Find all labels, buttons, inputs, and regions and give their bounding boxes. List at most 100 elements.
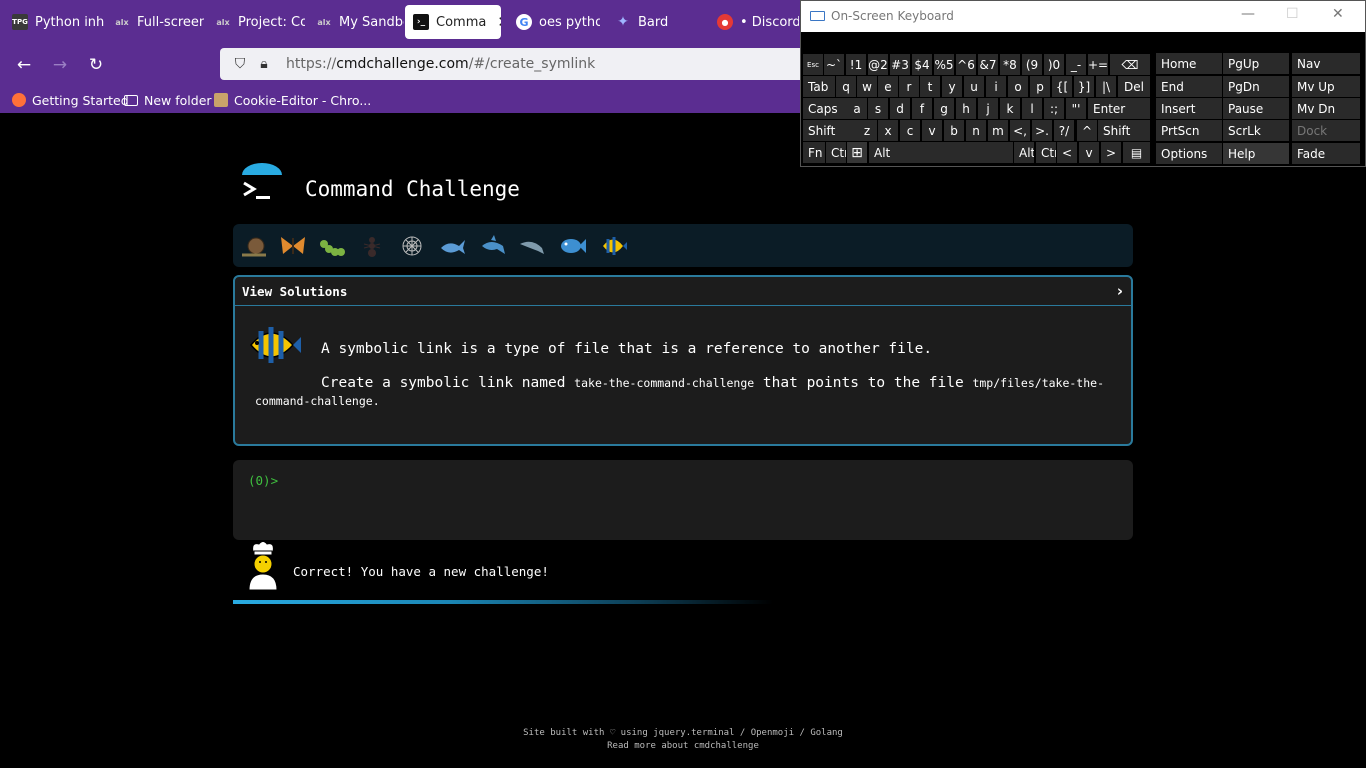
bookmark-getting-started[interactable]: Getting Started [12,90,129,110]
key-pgup[interactable]: PgUp [1223,53,1289,74]
key-b[interactable]: b [944,120,964,141]
close-tab-icon[interactable]: ✕ [497,13,501,31]
key-open-bracket[interactable]: {[ [1052,76,1072,97]
key-k[interactable]: k [1000,98,1020,119]
address-bar[interactable]: ⛉ 🔒︎ https://cmdchallenge.com/#/create_s… [220,48,820,80]
key-1[interactable]: !1 [846,54,866,75]
key-alt-right[interactable]: Alt [1014,142,1034,163]
key-6[interactable]: ^6 [956,54,976,75]
key-backslash[interactable]: |\ [1096,76,1116,97]
snail-icon[interactable] [239,232,269,260]
reload-icon[interactable]: ↻ [84,53,108,77]
key-w[interactable]: w [857,76,877,97]
key-c[interactable]: c [900,120,920,141]
key-mv-up[interactable]: Mv Up [1292,76,1360,97]
key-equals[interactable]: += [1088,54,1108,75]
view-solutions-toggle[interactable]: View Solutions › [235,277,1131,306]
tab-project[interactable]: alx Project: Co [207,5,305,39]
key-help[interactable]: Help [1223,143,1289,164]
key-mv-dn[interactable]: Mv Dn [1292,98,1360,119]
menu-key-icon[interactable]: ▤ [1123,142,1150,163]
key-x[interactable]: x [878,120,898,141]
key-4[interactable]: $4 [912,54,932,75]
key-fade[interactable]: Fade [1292,143,1360,164]
tab-bard[interactable]: ✦ Bard [607,5,703,39]
tab-full-screen[interactable]: alx Full-screen [106,5,204,39]
shield-icon[interactable]: ⛉ [230,56,250,72]
key-p[interactable]: p [1030,76,1050,97]
key-insert[interactable]: Insert [1156,98,1222,119]
key-up-arrow-icon[interactable]: ^ [1077,120,1097,141]
key-s[interactable]: s [868,98,888,119]
key-r[interactable]: r [899,76,919,97]
key-a[interactable]: a [847,98,867,119]
tropical-fish-icon[interactable] [598,232,628,260]
osk-title-bar[interactable]: On-Screen Keyboard — ☐ ✕ [801,1,1365,32]
key-del[interactable]: Del [1118,76,1150,97]
key-y[interactable]: y [942,76,962,97]
terminal-input[interactable]: (0)> [233,460,1133,540]
shark-icon[interactable] [478,232,508,260]
url-text[interactable]: https://cmdchallenge.com/#/create_symlin… [286,56,595,72]
key-shift-left[interactable]: Shift [803,120,857,141]
tab-python-inheritance[interactable]: TPG Python inh [4,5,104,39]
lock-icon[interactable]: 🔒︎ [254,56,274,72]
key-esc[interactable]: Esc [803,54,823,75]
fish-icon[interactable] [558,232,588,260]
key-ctrl-left[interactable]: Ctrl [826,142,846,163]
key-v[interactable]: v [922,120,942,141]
key-j[interactable]: j [978,98,998,119]
forward-arrow-icon[interactable]: → [48,53,72,77]
key-comma[interactable]: <, [1010,120,1030,141]
dolphin-icon[interactable] [517,232,547,260]
key-pgdn[interactable]: PgDn [1223,76,1289,97]
key-home[interactable]: Home [1156,53,1222,74]
key-9[interactable]: (9 [1022,54,1042,75]
key-minus[interactable]: _- [1066,54,1086,75]
windows-icon[interactable]: ⊞ [847,142,867,163]
tab-my-sandbox[interactable]: alx My Sandbo [308,5,404,39]
key-f[interactable]: f [912,98,932,119]
minimize-icon[interactable]: — [1241,6,1255,22]
key-pause[interactable]: Pause [1223,98,1289,119]
key-7[interactable]: &7 [978,54,998,75]
key-e[interactable]: e [878,76,898,97]
key-d[interactable]: d [890,98,910,119]
key-quote[interactable]: "' [1066,98,1086,119]
chevron-right-icon[interactable]: › [1117,282,1123,300]
key-semicolon[interactable]: :; [1044,98,1064,119]
right-arrow-icon[interactable]: > [1101,142,1121,163]
key-u[interactable]: u [964,76,984,97]
key-scrlk[interactable]: ScrLk [1223,120,1289,141]
key-options[interactable]: Options [1156,143,1222,164]
key-nav[interactable]: Nav [1292,53,1360,74]
key-5[interactable]: %5 [934,54,954,75]
key-q[interactable]: q [836,76,856,97]
key-h[interactable]: h [956,98,976,119]
butterfly-icon[interactable] [278,232,308,260]
left-arrow-icon[interactable]: < [1057,142,1077,163]
caterpillar-icon[interactable] [317,232,347,260]
tab-discord[interactable]: ● • Discord | [709,5,799,39]
key-8[interactable]: *8 [1000,54,1020,75]
key-n[interactable]: n [966,120,986,141]
key-fn[interactable]: Fn [803,142,825,163]
key-prtscn[interactable]: PrtScn [1156,120,1222,141]
key-o[interactable]: o [1008,76,1028,97]
whale-icon[interactable] [438,232,468,260]
key-slash[interactable]: ?/ [1054,120,1074,141]
footer-read-more-link[interactable]: Read more about cmdchallenge [0,740,1366,753]
ant-icon[interactable] [357,232,387,260]
key-tilde[interactable]: ~` [824,54,844,75]
key-3[interactable]: #3 [890,54,910,75]
tab-google-search[interactable]: G oes python [508,5,600,39]
key-enter[interactable]: Enter [1088,98,1150,119]
bookmark-new-folder[interactable]: New folder [124,90,212,110]
key-shift-right[interactable]: Shift [1098,120,1150,141]
footer-credits[interactable]: Site built with ♡ using jquery.terminal … [0,727,1366,740]
back-arrow-icon[interactable]: ← [12,53,36,77]
close-icon[interactable]: ✕ [1332,6,1344,22]
key-z[interactable]: z [857,120,877,141]
key-period[interactable]: >. [1032,120,1052,141]
down-arrow-icon[interactable]: v [1079,142,1099,163]
